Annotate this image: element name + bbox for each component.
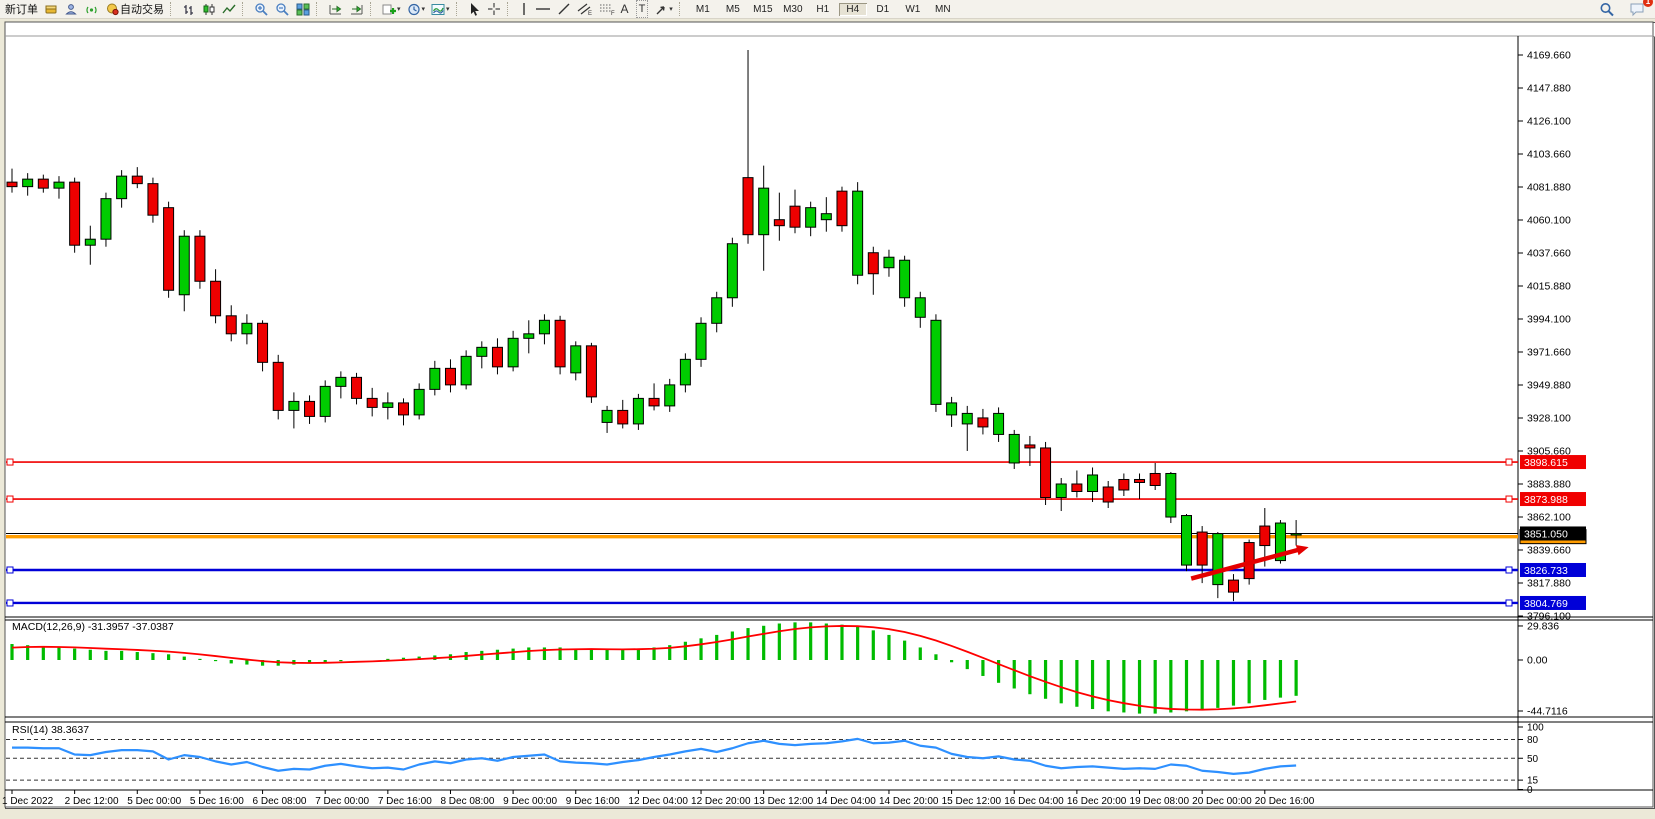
svg-text:29.836: 29.836	[1527, 620, 1559, 632]
svg-text:0.00: 0.00	[1527, 655, 1548, 667]
svg-text:16 Dec 20:00: 16 Dec 20:00	[1067, 796, 1127, 807]
svg-text:3862.100: 3862.100	[1527, 512, 1571, 524]
svg-text:9 Dec 16:00: 9 Dec 16:00	[566, 796, 620, 807]
svg-text:4060.100: 4060.100	[1527, 215, 1571, 227]
svg-text:14 Dec 04:00: 14 Dec 04:00	[816, 796, 876, 807]
svg-text:7 Dec 00:00: 7 Dec 00:00	[315, 796, 369, 807]
svg-text:20 Dec 00:00: 20 Dec 00:00	[1192, 796, 1252, 807]
svg-text:50: 50	[1527, 754, 1539, 765]
svg-text:20 Dec 16:00: 20 Dec 16:00	[1255, 796, 1315, 807]
svg-text:100: 100	[1527, 723, 1544, 734]
svg-text:12 Dec 20:00: 12 Dec 20:00	[691, 796, 751, 807]
svg-text:3949.880: 3949.880	[1527, 380, 1571, 392]
svg-text:3873.988: 3873.988	[1524, 494, 1568, 506]
svg-text:3826.733: 3826.733	[1524, 565, 1568, 577]
svg-text:4126.100: 4126.100	[1527, 116, 1571, 128]
macd-indicator-label: MACD(12,26,9) -31.3957 -37.0387	[12, 621, 174, 633]
svg-text:1 Dec 2022: 1 Dec 2022	[2, 796, 54, 807]
rsi-indicator-label: RSI(14) 38.3637	[12, 724, 89, 736]
price-chart-canvas[interactable]: 4169.660 4147.880 4126.100 4103.660 4081.880…	[0, 0, 1655, 819]
svg-text:80: 80	[1527, 735, 1539, 746]
svg-text:3928.100: 3928.100	[1527, 413, 1571, 425]
svg-text:16 Dec 04:00: 16 Dec 04:00	[1004, 796, 1064, 807]
svg-text:6 Dec 08:00: 6 Dec 08:00	[253, 796, 307, 807]
svg-text:14 Dec 20:00: 14 Dec 20:00	[879, 796, 939, 807]
svg-text:4169.660: 4169.660	[1527, 50, 1571, 62]
svg-text:15 Dec 12:00: 15 Dec 12:00	[942, 796, 1002, 807]
svg-text:4103.660: 4103.660	[1527, 149, 1571, 161]
svg-text:3839.660: 3839.660	[1527, 545, 1571, 557]
svg-text:3883.880: 3883.880	[1527, 479, 1571, 491]
svg-text:4081.880: 4081.880	[1527, 182, 1571, 194]
svg-text:0: 0	[1527, 785, 1533, 796]
svg-text:8 Dec 08:00: 8 Dec 08:00	[440, 796, 494, 807]
svg-text:2 Dec 12:00: 2 Dec 12:00	[65, 796, 119, 807]
svg-text:9 Dec 00:00: 9 Dec 00:00	[503, 796, 557, 807]
svg-text:4037.660: 4037.660	[1527, 248, 1571, 260]
svg-text:5 Dec 00:00: 5 Dec 00:00	[127, 796, 181, 807]
svg-text:3817.880: 3817.880	[1527, 578, 1571, 590]
svg-text:7 Dec 16:00: 7 Dec 16:00	[378, 796, 432, 807]
svg-text:3898.615: 3898.615	[1524, 457, 1568, 469]
svg-text:3994.100: 3994.100	[1527, 314, 1571, 326]
svg-text:12 Dec 04:00: 12 Dec 04:00	[628, 796, 688, 807]
svg-text:3851.050: 3851.050	[1524, 528, 1568, 540]
svg-text:5 Dec 16:00: 5 Dec 16:00	[190, 796, 244, 807]
svg-text:3971.660: 3971.660	[1527, 347, 1571, 359]
svg-text:4147.880: 4147.880	[1527, 83, 1571, 95]
svg-text:-44.7116: -44.7116	[1527, 705, 1568, 717]
svg-text:13 Dec 12:00: 13 Dec 12:00	[754, 796, 814, 807]
svg-text:4015.880: 4015.880	[1527, 281, 1571, 293]
svg-text:19 Dec 08:00: 19 Dec 08:00	[1130, 796, 1190, 807]
svg-text:3804.769: 3804.769	[1524, 598, 1568, 610]
